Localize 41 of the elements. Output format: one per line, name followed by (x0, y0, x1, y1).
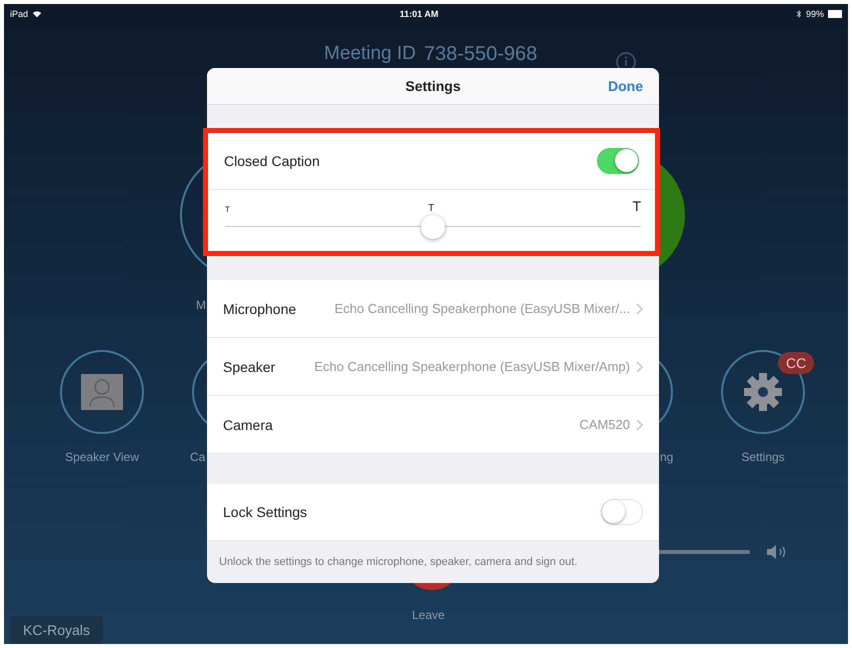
slider-thumb[interactable] (421, 215, 445, 239)
cc-badge: CC (778, 352, 814, 374)
dialog-title: Settings (405, 78, 461, 94)
control-label: ng (660, 450, 674, 464)
slider-track[interactable] (225, 214, 641, 240)
toggle-switch[interactable] (601, 499, 643, 525)
chevron-icon (636, 418, 643, 430)
setting-label: Speaker (223, 358, 276, 374)
footnote: Unlock the settings to change microphone, speaker, camera and sign out. (219, 556, 578, 568)
control-label: Settings (740, 450, 786, 464)
setting-value: Echo Cancelling Speakerphone (EasyUSB Mixer/... (333, 301, 630, 316)
device-name: iPad (10, 9, 28, 19)
device-row[interactable]: Speaker Echo Cancelling Speakerphone (EasyUSB Mixer/Amp) (207, 338, 659, 396)
speaker-view-button[interactable] (59, 349, 145, 435)
setting-value: Echo Cancelling Speakerphone (EasyUSB Mixer/Amp) (313, 359, 630, 374)
chevron-icon (636, 302, 643, 314)
setting-label: Camera (223, 416, 273, 432)
control-label: Ca (190, 450, 206, 464)
chevron-icon (636, 360, 643, 372)
wifi-icon (32, 10, 42, 18)
bluetooth-icon (796, 9, 802, 19)
done-button[interactable]: Done (608, 76, 643, 96)
setting-value: CAM520 (578, 417, 630, 432)
device-row[interactable]: Microphone Echo Cancelling Speakerphone (EasyUSB Mixer/... (207, 280, 659, 338)
setting-label: Lock Settings (223, 504, 308, 520)
control-label: Speaker View (64, 450, 140, 464)
font-size-label: T (428, 203, 434, 214)
control-label: M (196, 298, 206, 312)
font-size-label: T (632, 198, 641, 214)
battery-percent: 99% (806, 9, 824, 19)
device-row[interactable]: Camera CAM520 (207, 396, 659, 454)
setting-label: Microphone (223, 300, 296, 316)
meeting-id: 738-550-968 (424, 43, 538, 66)
font-size-label: T (225, 205, 230, 214)
battery-icon (828, 10, 842, 18)
meeting-id-label: Meeting ID (324, 43, 416, 66)
room-name-tag: KC-Royals (10, 616, 103, 644)
clock: 11:01 AM (398, 9, 440, 19)
leave-label: Leave (412, 608, 445, 622)
toggle-switch[interactable] (597, 148, 639, 174)
setting-label: Closed Caption (224, 153, 320, 169)
